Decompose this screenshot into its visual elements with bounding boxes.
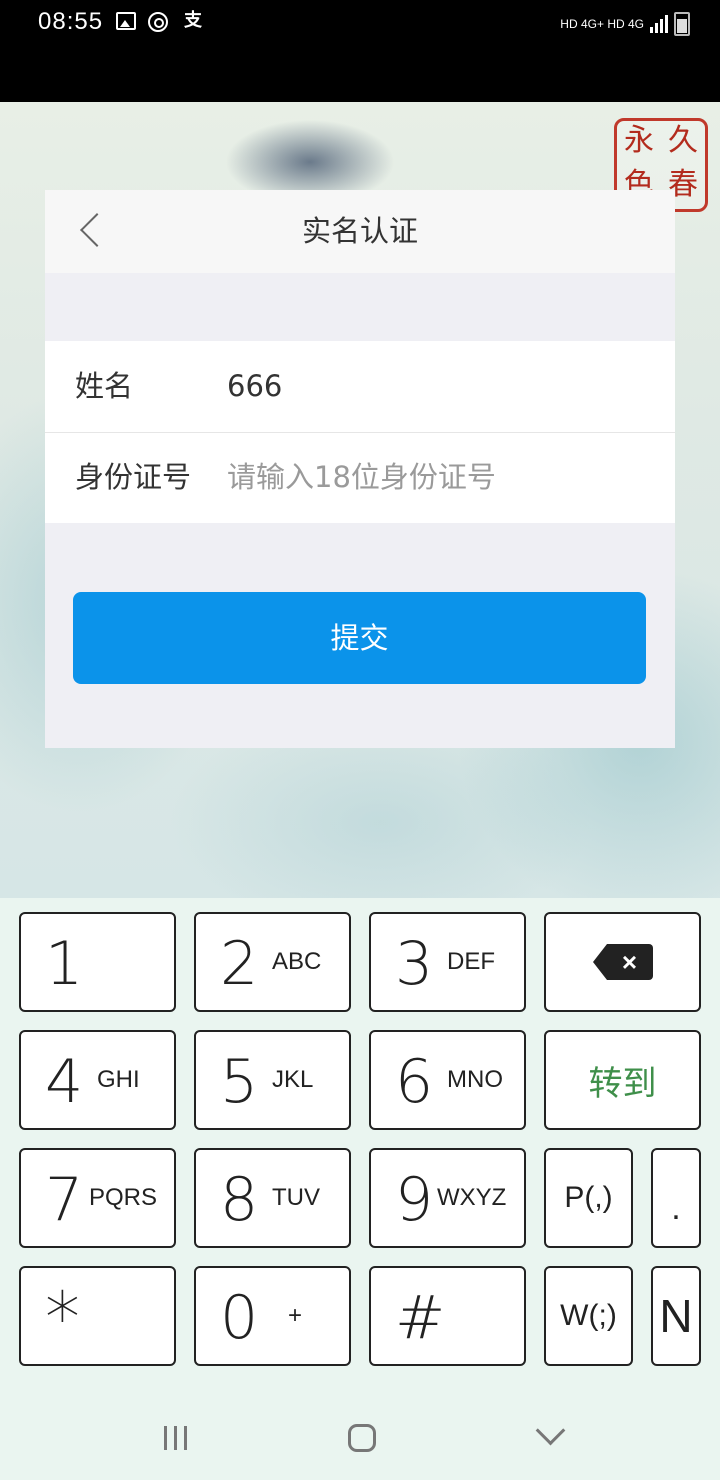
key-letters: MNO: [447, 1066, 503, 1093]
status-bar: 08:55 支 HD 4G+ HD 4G: [0, 0, 720, 102]
n-key[interactable]: N: [651, 1266, 701, 1366]
recent-apps-icon[interactable]: [158, 1420, 198, 1456]
key-star[interactable]: *: [19, 1266, 176, 1366]
submit-button[interactable]: 提交: [73, 592, 646, 684]
back-chevron-icon[interactable]: [75, 214, 109, 248]
numeric-keyboard: 1 2 ABC 3 DEF × 4 GHI 5 JKL 6 MNO 转到 7 P…: [0, 898, 720, 1480]
dialog-header: 实名认证: [45, 190, 675, 273]
key-letters: TUV: [272, 1184, 320, 1211]
dot-key[interactable]: .: [651, 1148, 701, 1248]
key-digit: 1: [45, 929, 84, 999]
network-indicators: HD 4G+ HD 4G: [560, 12, 690, 36]
battery-icon: [674, 12, 690, 36]
goto-label: 转到: [588, 1063, 657, 1104]
key-6[interactable]: 6 MNO: [369, 1030, 526, 1130]
key-2[interactable]: 2 ABC: [194, 912, 351, 1012]
seal-char: 永: [624, 123, 654, 158]
key-hash[interactable]: #: [369, 1266, 526, 1366]
key-1[interactable]: 1: [19, 912, 176, 1012]
key-letters: JKL: [272, 1066, 314, 1093]
key-digit: 7: [45, 1165, 84, 1235]
back-chevron-icon[interactable]: [532, 1420, 572, 1456]
id-row: 身份证号: [45, 432, 675, 523]
key-letters: ABC: [272, 948, 322, 975]
swirl-icon: [148, 12, 168, 32]
key-3[interactable]: 3 DEF: [369, 912, 526, 1012]
key-digit: 8: [220, 1165, 259, 1235]
seal-char: 久: [668, 123, 698, 158]
key-digit: 6: [395, 1047, 434, 1117]
key-digit: 5: [220, 1047, 259, 1117]
name-row: 姓名: [45, 341, 675, 433]
backspace-key[interactable]: ×: [544, 912, 701, 1012]
key-letters: DEF: [447, 948, 495, 975]
status-time: 08:55: [38, 8, 104, 35]
name-label: 姓名: [75, 369, 134, 403]
goto-key[interactable]: 转到: [544, 1030, 701, 1130]
key-5[interactable]: 5 JKL: [194, 1030, 351, 1130]
key-8[interactable]: 8 TUV: [194, 1148, 351, 1248]
key-4[interactable]: 4 GHI: [19, 1030, 176, 1130]
signal-icon: [650, 15, 668, 33]
key-digit: *: [45, 1277, 80, 1359]
key-digit: 9: [395, 1165, 434, 1235]
wait-key[interactable]: W(;): [544, 1266, 633, 1366]
dot-label: .: [671, 1188, 681, 1227]
key-digit: 0: [220, 1283, 259, 1353]
id-number-input[interactable]: [227, 452, 647, 502]
key-letters: PQRS: [89, 1184, 158, 1211]
pause-key[interactable]: P(,): [544, 1148, 633, 1248]
id-label: 身份证号: [75, 460, 192, 494]
home-icon[interactable]: [344, 1420, 384, 1456]
dialog-title: 实名认证: [301, 214, 418, 248]
key-digit: 3: [395, 929, 434, 999]
key-digit: 4: [45, 1047, 84, 1117]
system-nav-bar: [0, 1398, 720, 1480]
key-9[interactable]: 9 WXYZ: [369, 1148, 526, 1248]
key-letters: WXYZ: [437, 1184, 507, 1211]
key-digit: 2: [220, 929, 259, 999]
key-digit: #: [395, 1283, 446, 1353]
name-input[interactable]: [227, 361, 647, 411]
real-name-dialog: 实名认证 姓名 身份证号 提交: [45, 190, 675, 748]
gallery-icon: [116, 12, 136, 30]
n-label: N: [659, 1290, 693, 1342]
key-letters: GHI: [97, 1066, 140, 1093]
backspace-icon: ×: [592, 944, 653, 980]
alipay-icon: 支: [184, 10, 202, 31]
wait-label: W(;): [560, 1299, 617, 1332]
key-0[interactable]: 0 +: [194, 1266, 351, 1366]
key-7[interactable]: 7 PQRS: [19, 1148, 176, 1248]
form: 姓名 身份证号: [45, 341, 675, 523]
pause-label: P(,): [564, 1181, 613, 1214]
key-letters: +: [288, 1302, 303, 1329]
network-text: HD 4G+ HD 4G: [560, 17, 644, 31]
